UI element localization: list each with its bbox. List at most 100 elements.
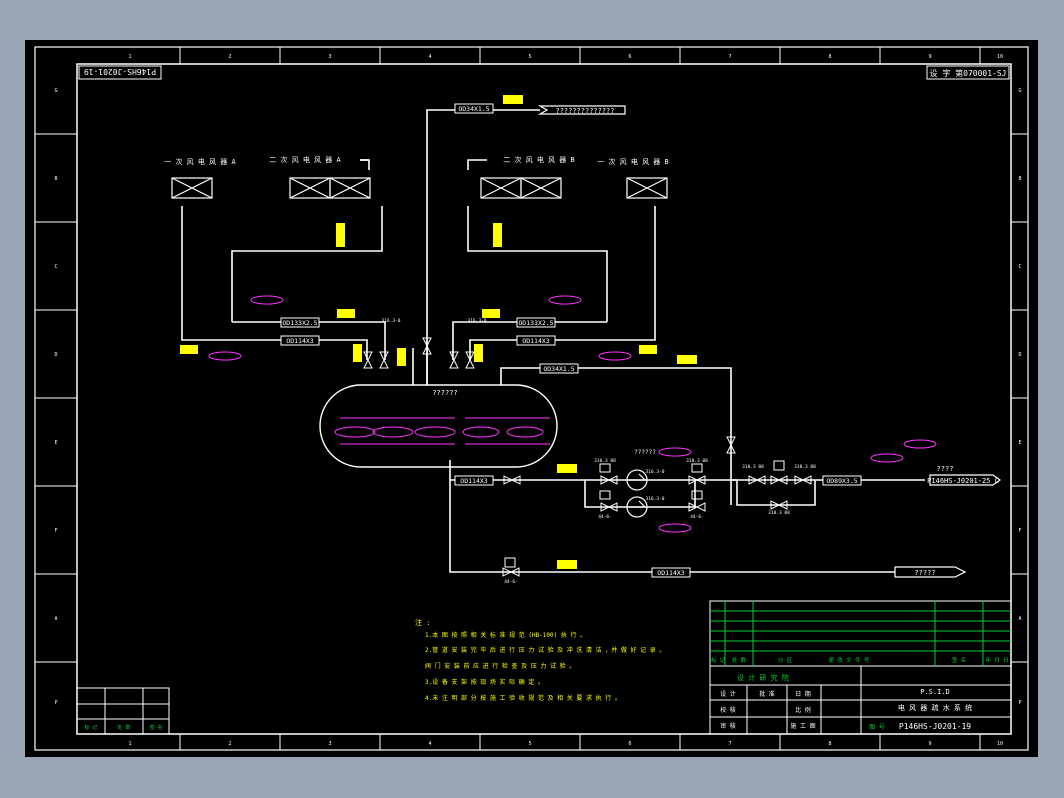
revision-header-cell: 处 数: [732, 656, 747, 664]
row-label: F: [1018, 528, 1021, 534]
column-label: 6: [628, 741, 631, 747]
revision-header-cell: 年 月 日: [985, 656, 1008, 664]
title-row-label: 批 准: [759, 690, 775, 698]
pipe-size-tag: OD114X3: [522, 337, 549, 345]
note-line: 1.本 图 按 照 相 关 标 准 规 范 (HB-100) 执 行 。: [425, 631, 586, 639]
row-label: C: [54, 264, 57, 270]
column-label: 10: [997, 54, 1003, 60]
note-line: 阀 门 安 装 前 应 进 行 检 查 及 压 力 试 验 。: [425, 662, 575, 670]
column-label: 1: [128, 54, 131, 60]
row-label: A: [1018, 616, 1021, 622]
row-label: E: [1018, 440, 1021, 446]
valve-tag: 310.3 08: [768, 510, 790, 516]
column-label: 7: [728, 741, 731, 747]
row-label: P: [54, 700, 57, 706]
revision-grid: [710, 601, 1011, 666]
title-row-label: 审 核: [720, 722, 736, 730]
vent-outlet-label: ??????????????: [555, 107, 614, 115]
pipe-size-tag: OD34X1.5: [458, 105, 489, 113]
pipe-size-tag: OD114X3: [460, 477, 487, 485]
note-line: 3.设 备 支 架 按 现 场 实 际 确 定 。: [425, 678, 544, 686]
revision-header-cell: 签 名: [952, 656, 966, 664]
drawing-number-top-left: P146HS-J0201-19: [84, 67, 156, 76]
row-label: G: [54, 88, 57, 94]
column-labels-bottom: 1 2 3 4 5 6 7 8 9 10: [128, 741, 1003, 747]
drawing-number-top-right: 设 字 第070001-SJ: [930, 68, 1007, 78]
heater-units: [171, 177, 668, 199]
valve-tag: 310.3 08: [742, 464, 764, 470]
column-label: 8: [828, 54, 831, 60]
row-label: D: [54, 352, 57, 358]
grid-ticks: [35, 47, 1028, 750]
column-label: 3: [328, 741, 331, 747]
instrument-callouts: [208, 295, 937, 533]
pipe-size-tag: OD133X2.5: [282, 319, 317, 327]
title-cell-b: 比 例: [795, 706, 811, 714]
valve-tag: 316.3-0: [468, 318, 487, 324]
column-label: 7: [728, 54, 731, 60]
revision-header-cell: 更 改 文 件 号: [829, 656, 870, 664]
column-label: 2: [228, 54, 231, 60]
left-revision-labels: 标 记处 数签 名: [84, 724, 162, 731]
tank-label: ??????: [432, 389, 457, 397]
row-label: G: [1018, 88, 1021, 94]
row-label: C: [1018, 264, 1021, 270]
discharge-outlet-label: P146HS-J0201-25 C: [927, 477, 999, 485]
pipe-size-tag: OD89X3.5: [826, 477, 857, 485]
column-labels-top: 1 2 3 4 5 6 7 8 9 10: [128, 54, 1003, 60]
valve-tag-texts: 310.3 08 310.3 08 316.3-0 316.3-0 44-6- 44-6-…: [382, 318, 817, 585]
row-label: E: [54, 440, 57, 446]
valve-tag: 310.3 08: [794, 464, 816, 470]
row-labels-left: G B C D E F A P: [54, 88, 57, 706]
unit-1a-label: 一 次 风 电 风 器 A: [164, 157, 236, 166]
project-name: P.S.I.D: [920, 688, 950, 696]
drawing-title: 电 风 器 疏 水 系 统: [898, 703, 972, 712]
unit-1b-label: 一 次 风 电 风 器 B: [597, 157, 669, 166]
valve-tag: 316.3-0: [382, 318, 401, 324]
note-line: 2.管 道 安 装 完 毕 后 进 行 压 力 试 验 及 冲 洗 清 洁 ，并…: [425, 646, 665, 654]
notes-lines: 1.本 图 按 照 相 关 标 准 规 范 (HB-100) 执 行 。 2.管 …: [425, 631, 665, 702]
column-label: 3: [328, 54, 331, 60]
drain-outlet-label: ?????: [914, 569, 935, 577]
row-label: B: [1018, 176, 1021, 182]
column-label: 10: [997, 741, 1003, 747]
title-cell-c: 图 号: [869, 724, 885, 731]
title-row-label: 设 计: [720, 690, 736, 698]
column-label: 1: [128, 741, 131, 747]
valve-tag: 316.3-0: [646, 496, 665, 502]
drain-tank: [319, 384, 558, 468]
row-label: B: [54, 176, 57, 182]
pumps: [626, 469, 648, 518]
title-row-label: 校 核: [720, 706, 736, 714]
sign-stage: 施 工 图: [790, 722, 815, 730]
column-label: 5: [528, 54, 531, 60]
unit-2a-label: 二 次 风 电 风 器 A: [269, 155, 341, 164]
tank-internals: [334, 417, 550, 445]
pump-label: ??????: [634, 449, 656, 456]
row-label: F: [54, 528, 57, 534]
pid-diagram: 1 2 3 4 5 6 7 8 9 10 1 2 3 4 5 6 7 8 9 10 G B C D E F A P G B C D E F A…: [34, 46, 1029, 751]
notes-title: 注 :: [415, 618, 430, 627]
row-label: P: [1018, 700, 1021, 706]
column-label: 4: [428, 741, 431, 747]
discharge-dest-note: ????: [937, 465, 954, 473]
column-label: 9: [928, 54, 931, 60]
left-revision-label: 处 数: [117, 724, 130, 731]
revision-header-cell: 标 记: [711, 656, 726, 664]
drawing-number: P146HS-J0201-19: [899, 722, 971, 731]
instrument-tags: [180, 95, 697, 569]
column-label: 5: [528, 741, 531, 747]
pipe-size-tag: OD133X2.5: [518, 319, 553, 327]
left-revision-label: 签 名: [149, 724, 162, 731]
column-label: 8: [828, 741, 831, 747]
valve-tag: 316.3-0: [646, 469, 665, 475]
valve-tag: 310.3 08: [594, 458, 616, 464]
valve-tag: 310.3 08: [686, 458, 708, 464]
pipe-size-tag: OD114X3: [657, 569, 684, 577]
valve-tag: 44-6-: [598, 514, 612, 520]
column-label: 9: [928, 741, 931, 747]
cad-drawing-sheet: 1 2 3 4 5 6 7 8 9 10 1 2 3 4 5 6 7 8 9 10 G B C D E F A P G B C D E F A…: [25, 40, 1038, 757]
left-revision-label: 标 记: [84, 724, 97, 731]
row-label: D: [1018, 352, 1021, 358]
pipe-size-tag: OD34X1.5: [543, 365, 574, 373]
